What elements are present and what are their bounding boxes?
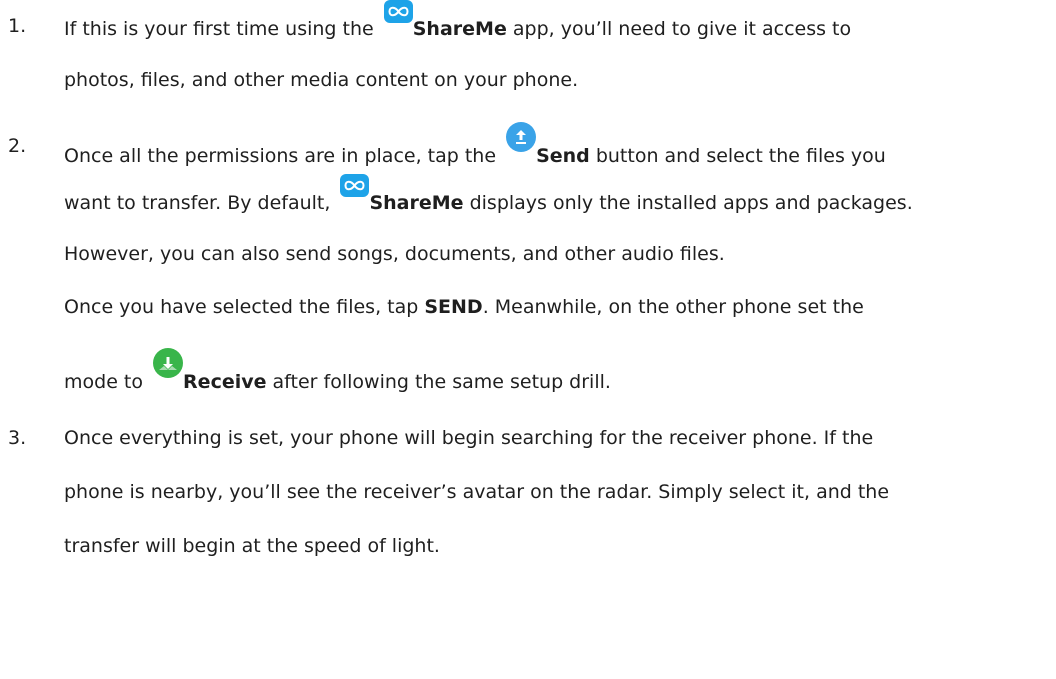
step-2-line-5: mode to Receive after following the same… <box>64 348 611 394</box>
app-name: ShareMe <box>369 192 464 214</box>
receive-icon <box>153 348 184 378</box>
text: . Meanwhile, on the other phone set the <box>482 296 864 318</box>
button-name: Send <box>536 145 590 167</box>
mode-name: Receive <box>183 371 267 393</box>
step-number: 2. <box>8 135 27 157</box>
text: after following the same setup drill. <box>266 371 611 393</box>
step-1-line-2: photos, files, and other media content o… <box>64 69 579 91</box>
text: Once all the permissions are in place, t… <box>64 145 503 167</box>
step-3-line-1: Once everything is set, your phone will … <box>64 427 874 449</box>
step-2-line-3: However, you can also send songs, docume… <box>64 243 725 265</box>
step-2-line-1: Once all the permissions are in place, t… <box>64 122 886 168</box>
send-icon <box>506 122 537 152</box>
step-number: 1. <box>8 15 27 37</box>
text: want to transfer. By default, <box>64 192 337 214</box>
step-2-line-4: Once you have selected the files, tap SE… <box>64 295 864 319</box>
shareme-icon <box>340 174 370 197</box>
text: app, you’ll need to give it access to <box>506 18 852 40</box>
step-3-line-2: phone is nearby, you’ll see the receiver… <box>64 481 890 503</box>
step-2-line-2: want to transfer. By default, ShareMe di… <box>64 174 913 215</box>
text: Once you have selected the files, tap <box>64 296 425 318</box>
step-number: 3. <box>8 427 27 449</box>
text: mode to <box>64 371 150 393</box>
step-3-line-3: transfer will begin at the speed of ligh… <box>64 535 440 557</box>
step-1-line-1: If this is your first time using the Sha… <box>64 0 852 41</box>
text: button and select the files you <box>589 145 886 167</box>
button-name: SEND <box>424 296 483 318</box>
text: If this is your first time using the <box>64 18 380 40</box>
shareme-icon <box>383 0 413 23</box>
text: displays only the installed apps and pac… <box>463 192 913 214</box>
app-name: ShareMe <box>412 18 507 40</box>
